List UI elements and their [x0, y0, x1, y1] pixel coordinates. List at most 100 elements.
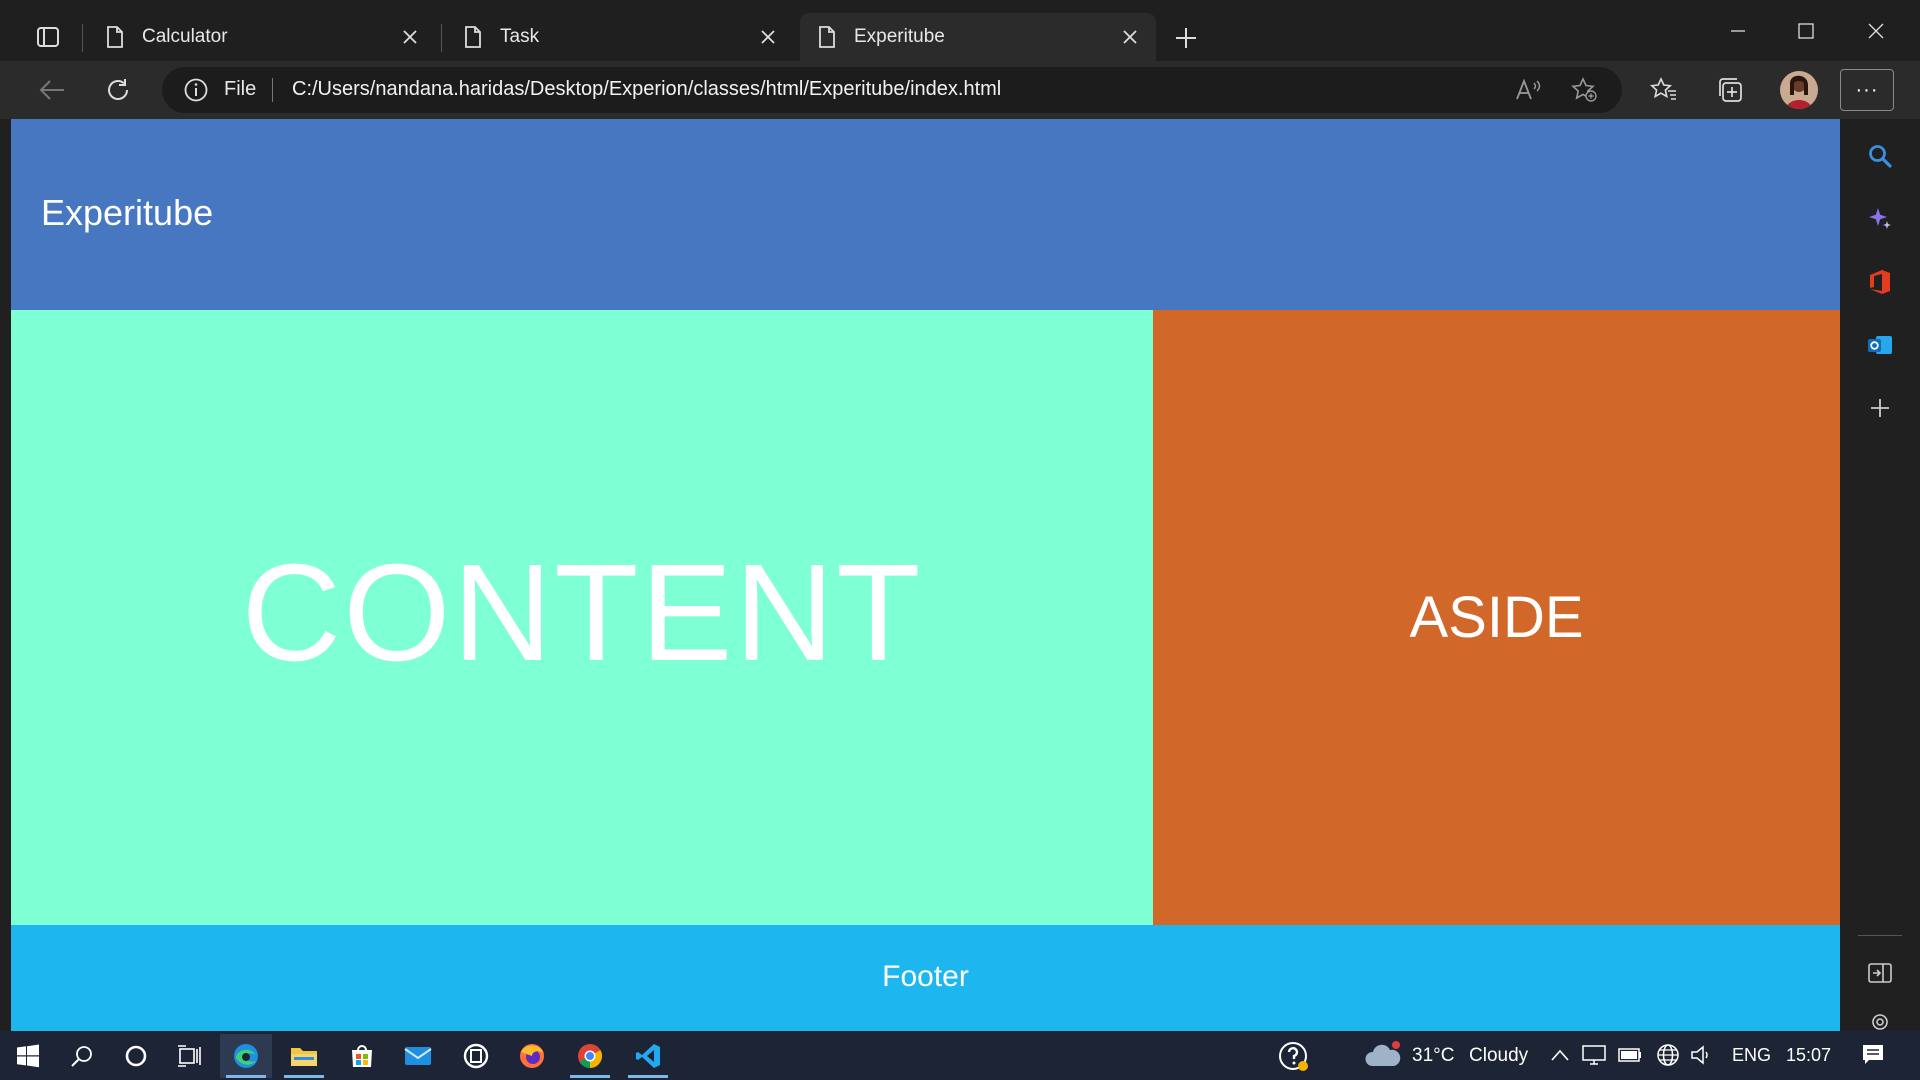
weather-button[interactable]: [1364, 1040, 1402, 1070]
active-indicator: [226, 1075, 266, 1078]
taskbar-edge[interactable]: [220, 1034, 272, 1078]
sidebar-outlook-button[interactable]: [1858, 323, 1902, 367]
footer-text: Footer: [882, 960, 969, 993]
running-indicator: [628, 1075, 668, 1078]
taskbar-search-button[interactable]: [56, 1034, 108, 1078]
clock-time[interactable]: 15:07: [1786, 1045, 1831, 1066]
show-hidden-icons-button[interactable]: [1548, 1043, 1572, 1067]
weather-temperature[interactable]: 31°C: [1412, 1045, 1454, 1067]
sidebar-settings-button[interactable]: [1858, 1011, 1902, 1031]
collections-button[interactable]: [1708, 68, 1752, 112]
speaker-icon: [1691, 1045, 1708, 1065]
tab-task[interactable]: Task: [446, 13, 794, 61]
tab-strip: Calculator Task Experitube: [0, 0, 1920, 61]
edge-icon: [234, 1044, 258, 1068]
folder-icon: [291, 1048, 317, 1066]
content-section: CONTENT: [11, 310, 1153, 925]
read-aloud-icon[interactable]: [1514, 76, 1542, 104]
sidebar-split-screen-button[interactable]: [1858, 951, 1902, 995]
site-footer: Footer: [11, 925, 1840, 1031]
battery-button[interactable]: [1618, 1043, 1642, 1067]
windows-logo-icon: [17, 1044, 39, 1068]
browser-toolbar: File C:/Users/nandana.haridas/Desktop/Ex…: [0, 61, 1920, 119]
search-icon: [1869, 145, 1892, 168]
battery-icon: [1618, 1048, 1641, 1062]
help-icon: [1279, 1042, 1308, 1071]
maximize-icon: [1798, 23, 1814, 39]
display-icon: [1582, 1045, 1606, 1065]
taskbar-chrome[interactable]: [564, 1034, 616, 1078]
tab-calculator[interactable]: Calculator: [88, 13, 436, 61]
task-view-button[interactable]: [164, 1034, 216, 1078]
notification-icon: [1863, 1045, 1883, 1064]
refresh-button[interactable]: [96, 68, 140, 112]
sidebar-office-button[interactable]: [1858, 260, 1902, 304]
tab-label: Experitube: [854, 26, 945, 47]
edge-sidebar: [1840, 119, 1920, 1031]
address-url[interactable]: C:/Users/nandana.haridas/Desktop/Experio…: [292, 78, 1001, 101]
weather-condition[interactable]: Cloudy: [1469, 1045, 1528, 1067]
arrow-left-icon: [39, 80, 64, 100]
tab-experitube[interactable]: Experitube: [800, 13, 1156, 61]
back-button[interactable]: [30, 68, 74, 112]
content-heading: CONTENT: [241, 536, 923, 690]
input-language[interactable]: ENG: [1732, 1045, 1771, 1066]
tab-separator: [441, 24, 442, 52]
plus-icon: [1176, 28, 1196, 48]
close-tab-icon[interactable]: [748, 17, 788, 57]
office-icon: [1870, 270, 1890, 294]
minimize-icon: [1731, 30, 1745, 32]
site-info-label[interactable]: File: [224, 78, 256, 101]
sidebar-divider: [1858, 935, 1902, 936]
address-bar[interactable]: File C:/Users/nandana.haridas/Desktop/Ex…: [162, 67, 1622, 113]
tab-label: Calculator: [142, 26, 228, 47]
notifications-button[interactable]: [1858, 1043, 1888, 1067]
chevron-up-icon: [1551, 1049, 1569, 1061]
aside-section: ASIDE: [1153, 310, 1840, 925]
store-icon: [352, 1045, 372, 1067]
chrome-icon: [578, 1044, 603, 1068]
maximize-button[interactable]: [1776, 8, 1836, 54]
minimize-button[interactable]: [1708, 8, 1768, 54]
favorites-button[interactable]: [1642, 68, 1686, 112]
collections-icon: [1719, 78, 1742, 102]
cortana-button[interactable]: [110, 1034, 162, 1078]
sidebar-copilot-button[interactable]: [1858, 197, 1902, 241]
sidebar-add-button[interactable]: [1858, 386, 1902, 430]
more-icon: ···: [1855, 78, 1879, 101]
mail-icon: [404, 1047, 432, 1065]
profile-avatar[interactable]: [1780, 71, 1818, 109]
display-tray-button[interactable]: [1582, 1043, 1606, 1067]
taskbar-app[interactable]: [450, 1034, 502, 1078]
task-view-icon: [178, 1045, 201, 1067]
split-screen-icon: [1868, 963, 1892, 983]
windows-taskbar: 31°C Cloudy ENG 15:07: [0, 1031, 1920, 1080]
new-tab-button[interactable]: [1168, 20, 1204, 56]
favorites-icon: [1650, 77, 1676, 100]
globe-icon: [1657, 1044, 1679, 1066]
sidebar-search-button[interactable]: [1858, 134, 1902, 178]
search-icon: [71, 1046, 92, 1067]
taskbar-firefox[interactable]: [506, 1034, 558, 1078]
page-viewport: Experitube CONTENT ASIDE Footer: [11, 119, 1840, 1031]
site-header: Experitube: [11, 119, 1840, 310]
help-tray-button[interactable]: [1278, 1041, 1310, 1073]
close-tab-icon[interactable]: [390, 17, 430, 57]
settings-more-button[interactable]: ···: [1840, 69, 1894, 111]
cortana-icon: [125, 1045, 147, 1067]
refresh-icon: [108, 79, 128, 100]
taskbar-mail[interactable]: [392, 1034, 444, 1078]
start-button[interactable]: [2, 1034, 54, 1078]
tab-actions-button[interactable]: [28, 20, 68, 54]
page-icon: [818, 26, 836, 48]
taskbar-vscode[interactable]: [622, 1034, 674, 1078]
add-favorite-icon[interactable]: [1570, 76, 1598, 104]
app-icon: [463, 1043, 489, 1069]
info-icon[interactable]: [184, 78, 208, 102]
close-window-button[interactable]: [1846, 8, 1906, 54]
taskbar-file-explorer[interactable]: [278, 1034, 330, 1078]
network-button[interactable]: [1656, 1043, 1680, 1067]
close-tab-icon[interactable]: [1110, 17, 1150, 57]
volume-button[interactable]: [1690, 1043, 1714, 1067]
taskbar-store[interactable]: [336, 1034, 388, 1078]
